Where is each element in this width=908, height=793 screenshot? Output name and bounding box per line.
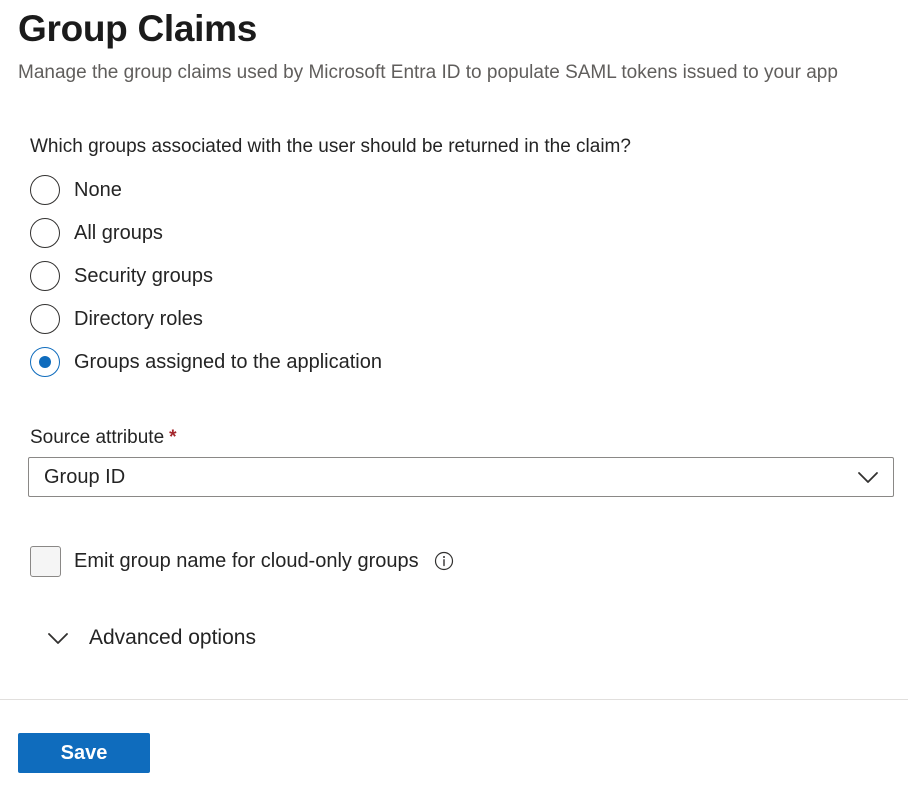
page-title: Group Claims (18, 8, 257, 49)
emit-group-name-label: Emit group name for cloud-only groups (74, 549, 419, 572)
group-claims-panel: Group Claims Manage the group claims use… (0, 0, 908, 793)
radio-button[interactable] (30, 261, 60, 291)
info-icon[interactable] (434, 551, 454, 571)
footer-divider (0, 699, 908, 700)
radio-option-groups-assigned[interactable]: Groups assigned to the application (30, 347, 382, 377)
radio-option-none[interactable]: None (30, 175, 122, 205)
emit-group-name-option: Emit group name for cloud-only groups (30, 545, 454, 577)
source-attribute-label: Source attribute * (30, 427, 177, 449)
emit-group-name-checkbox[interactable] (30, 545, 61, 577)
radio-label: Directory roles (74, 307, 203, 330)
chevron-down-icon (858, 472, 878, 483)
advanced-options-label: Advanced options (89, 626, 256, 649)
save-button[interactable]: Save (18, 733, 150, 773)
dropdown-selected-value: Group ID (44, 465, 126, 488)
radio-button[interactable] (30, 175, 60, 205)
source-attribute-label-text: Source attribute (30, 427, 165, 448)
chevron-down-icon (48, 633, 68, 644)
radio-label: All groups (74, 221, 163, 244)
radio-option-security-groups[interactable]: Security groups (30, 261, 213, 291)
radio-button-selected[interactable] (30, 347, 60, 377)
required-marker: * (169, 427, 177, 448)
radio-option-directory-roles[interactable]: Directory roles (30, 304, 203, 334)
radio-button[interactable] (30, 304, 60, 334)
radio-option-all-groups[interactable]: All groups (30, 218, 163, 248)
radio-button[interactable] (30, 218, 60, 248)
advanced-options-toggle[interactable]: Advanced options (46, 623, 256, 653)
radio-label: Security groups (74, 264, 213, 287)
page-subtitle: Manage the group claims used by Microsof… (18, 62, 838, 83)
source-attribute-dropdown[interactable]: Group ID (28, 457, 894, 497)
group-question-label: Which groups associated with the user sh… (30, 136, 631, 157)
radio-label: None (74, 178, 122, 201)
radio-label: Groups assigned to the application (74, 350, 382, 373)
